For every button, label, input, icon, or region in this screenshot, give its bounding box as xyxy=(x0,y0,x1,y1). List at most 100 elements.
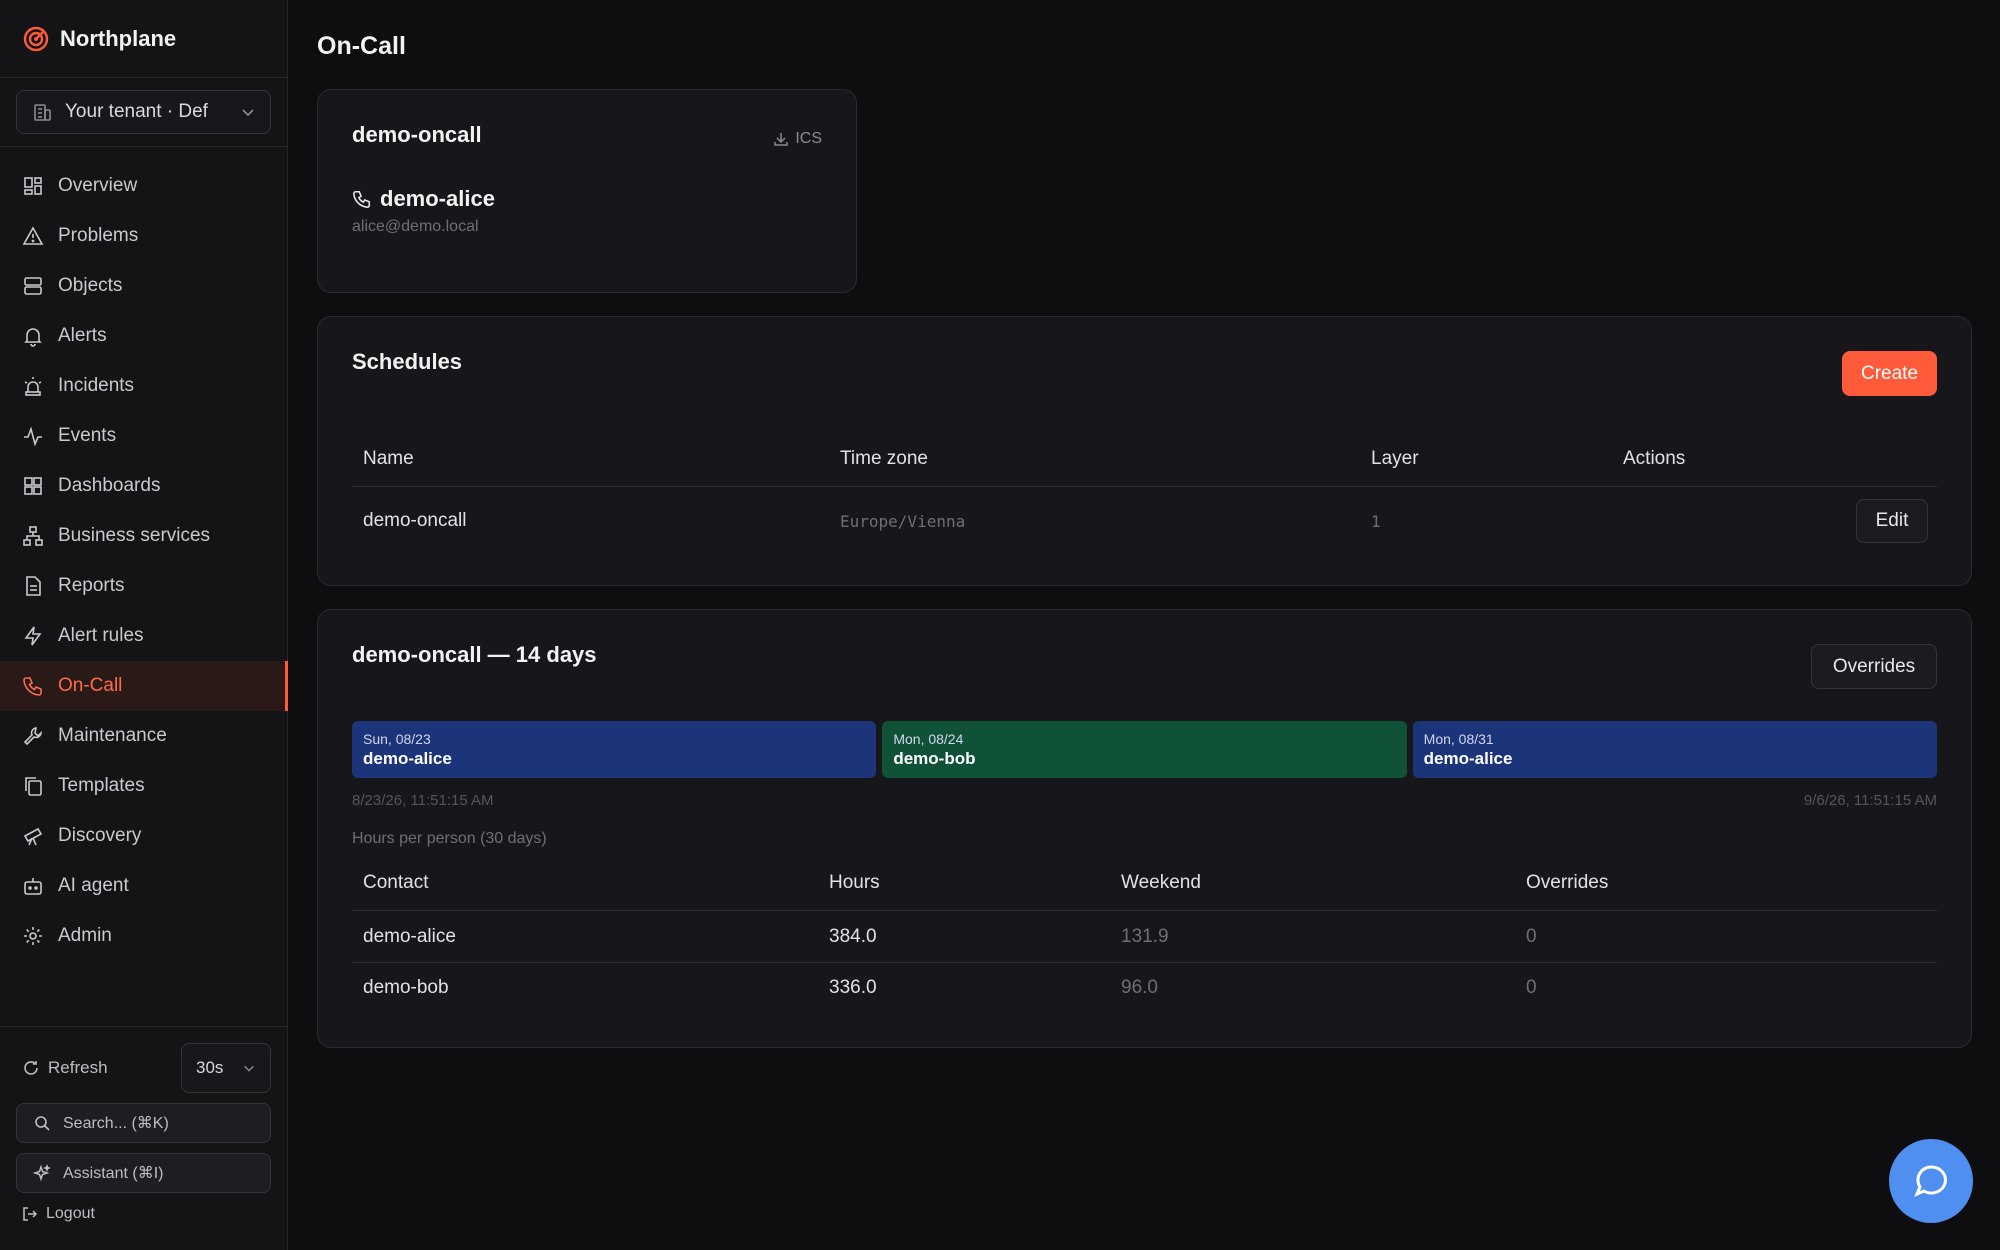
column-header[interactable]: Overrides xyxy=(1515,872,1608,894)
column-header[interactable]: Layer xyxy=(1360,448,1612,470)
schedules-card: Schedules Create Name Time zone Layer Ac… xyxy=(317,316,1972,586)
wrench-icon xyxy=(23,727,43,746)
nav-label: Alert rules xyxy=(58,625,144,646)
ics-label: ICS xyxy=(795,130,822,147)
edit-button[interactable]: Edit xyxy=(1856,499,1928,543)
schedules-table: Name Time zone Layer Actions demo-oncall… xyxy=(352,431,1937,555)
nav-label: Maintenance xyxy=(58,725,167,746)
search-button[interactable]: Search... (⌘K) xyxy=(16,1103,271,1143)
table-header: Name Time zone Layer Actions xyxy=(352,431,1937,487)
current-oncall-card: demo-oncall ICS demo-alice alice@demo.lo… xyxy=(317,89,857,293)
nav-label: Alerts xyxy=(58,325,107,346)
nav-item-overview[interactable]: Overview xyxy=(0,161,287,211)
column-header[interactable]: Weekend xyxy=(1110,872,1515,894)
nav-label: Objects xyxy=(58,275,123,296)
timeline-segment[interactable]: Mon, 08/31 demo-alice xyxy=(1412,721,1937,778)
column-header[interactable]: Name xyxy=(352,448,829,470)
nav-item-dashboards[interactable]: Dashboards xyxy=(0,461,287,511)
grid-icon xyxy=(24,177,42,195)
tenant-selector[interactable]: Your tenant · Def xyxy=(16,90,271,134)
activity-icon xyxy=(24,426,42,447)
nav-label: Templates xyxy=(58,775,145,796)
search-icon xyxy=(35,1116,50,1131)
building-icon xyxy=(34,104,51,121)
chevron-down-icon xyxy=(242,109,254,117)
overrides-button[interactable]: Overrides xyxy=(1811,644,1937,689)
nav-label: On-Call xyxy=(58,675,123,696)
refresh-button[interactable]: Refresh xyxy=(16,1058,108,1078)
copy-icon xyxy=(25,777,42,796)
page-title: On-Call xyxy=(317,32,406,60)
weekend-value: 96.0 xyxy=(1121,977,1158,998)
column-header: Actions xyxy=(1623,447,1686,469)
nav-item-templates[interactable]: Templates xyxy=(0,761,287,811)
server-icon xyxy=(24,277,42,295)
overrides-value: 0 xyxy=(1526,977,1537,998)
file-icon xyxy=(26,576,41,596)
table-row: demo-alice 384.0 131.9 0 xyxy=(352,911,1937,962)
timeline-end-timestamp: 9/6/26, 11:51:15 AM xyxy=(1803,792,1937,809)
oncall-person: demo-alice xyxy=(352,186,822,212)
timeline-segment[interactable]: Mon, 08/24 demo-bob xyxy=(882,721,1407,778)
table-header: Contact Hours Weekend Overrides xyxy=(352,855,1937,911)
refresh-label: Refresh xyxy=(48,1058,108,1077)
zap-icon xyxy=(24,626,42,646)
search-label: Search... (⌘K) xyxy=(63,1115,169,1132)
segment-date: Mon, 08/24 xyxy=(893,730,964,747)
nav-item-problems[interactable]: Problems xyxy=(0,211,287,261)
nav-item-on-call[interactable]: On-Call xyxy=(0,661,288,711)
oncall-timeline: Sun, 08/23 demo-alice Mon, 08/24 demo-bo… xyxy=(352,721,1937,778)
ics-download-button[interactable]: ICS xyxy=(773,130,822,148)
app-name: Northplane xyxy=(60,25,177,51)
nav-item-admin[interactable]: Admin xyxy=(0,911,287,961)
nav-item-alerts[interactable]: Alerts xyxy=(0,311,287,361)
schedule-name[interactable]: demo-oncall xyxy=(352,510,829,532)
chat-fab-button[interactable] xyxy=(1889,1139,1973,1223)
siren-icon xyxy=(24,377,42,396)
nav-label: Events xyxy=(58,425,117,446)
column-header[interactable]: Hours xyxy=(818,872,1110,894)
overrides-value: 0 xyxy=(1526,925,1537,947)
warning-icon xyxy=(22,226,44,245)
create-schedule-button[interactable]: Create xyxy=(1842,351,1937,396)
schedule-calendar-card: demo-oncall — 14 days Overrides Sun, 08/… xyxy=(317,609,1972,1048)
nav-item-business-services[interactable]: Business services xyxy=(0,511,287,561)
bell-icon xyxy=(24,328,42,347)
telescope-icon xyxy=(23,827,43,846)
schedule-timezone: Europe/Vienna xyxy=(840,511,966,531)
logout-button[interactable]: Logout xyxy=(16,1205,271,1223)
nav-item-discovery[interactable]: Discovery xyxy=(0,811,287,861)
nav-label: Business services xyxy=(58,525,211,546)
nav-label: Reports xyxy=(58,575,125,596)
hours-value: 384.0 xyxy=(829,925,877,947)
contact-name: demo-alice xyxy=(363,925,456,947)
oncall-person-name: demo-alice xyxy=(380,186,495,211)
schedule-layer: 1 xyxy=(1371,511,1381,531)
nav-item-maintenance[interactable]: Maintenance xyxy=(0,711,287,761)
brand[interactable]: Northplane xyxy=(0,0,287,78)
phone-icon xyxy=(353,190,371,208)
interval-value: 30s xyxy=(196,1058,224,1077)
nav-item-events[interactable]: Events xyxy=(0,411,287,461)
segment-date: Sun, 08/23 xyxy=(363,730,431,747)
gear-icon xyxy=(24,927,42,945)
column-header[interactable]: Time zone xyxy=(829,448,1360,470)
timeline-start-timestamp: 8/23/26, 11:51:15 AM xyxy=(352,792,494,809)
segment-person: demo-alice xyxy=(363,748,452,768)
nav-item-reports[interactable]: Reports xyxy=(0,561,287,611)
timeline-segment[interactable]: Sun, 08/23 demo-alice xyxy=(352,721,877,778)
nav-item-incidents[interactable]: Incidents xyxy=(0,361,287,411)
nav-item-objects[interactable]: Objects xyxy=(0,261,287,311)
table-row[interactable]: demo-oncall Europe/Vienna 1 Edit xyxy=(352,487,1937,555)
refresh-interval-select[interactable]: 30s xyxy=(181,1043,271,1093)
refresh-icon xyxy=(24,1061,38,1075)
column-header[interactable]: Contact xyxy=(352,872,818,894)
weekend-value: 131.9 xyxy=(1121,925,1169,947)
bot-icon xyxy=(24,878,42,895)
nav-item-alert-rules[interactable]: Alert rules xyxy=(0,611,287,661)
segment-person: demo-bob xyxy=(893,748,976,768)
nav-label: Admin xyxy=(58,925,112,946)
assistant-label: Assistant (⌘I) xyxy=(63,1165,164,1182)
nav-item-ai-agent[interactable]: AI agent xyxy=(0,861,287,911)
assistant-button[interactable]: Assistant (⌘I) xyxy=(16,1153,271,1193)
